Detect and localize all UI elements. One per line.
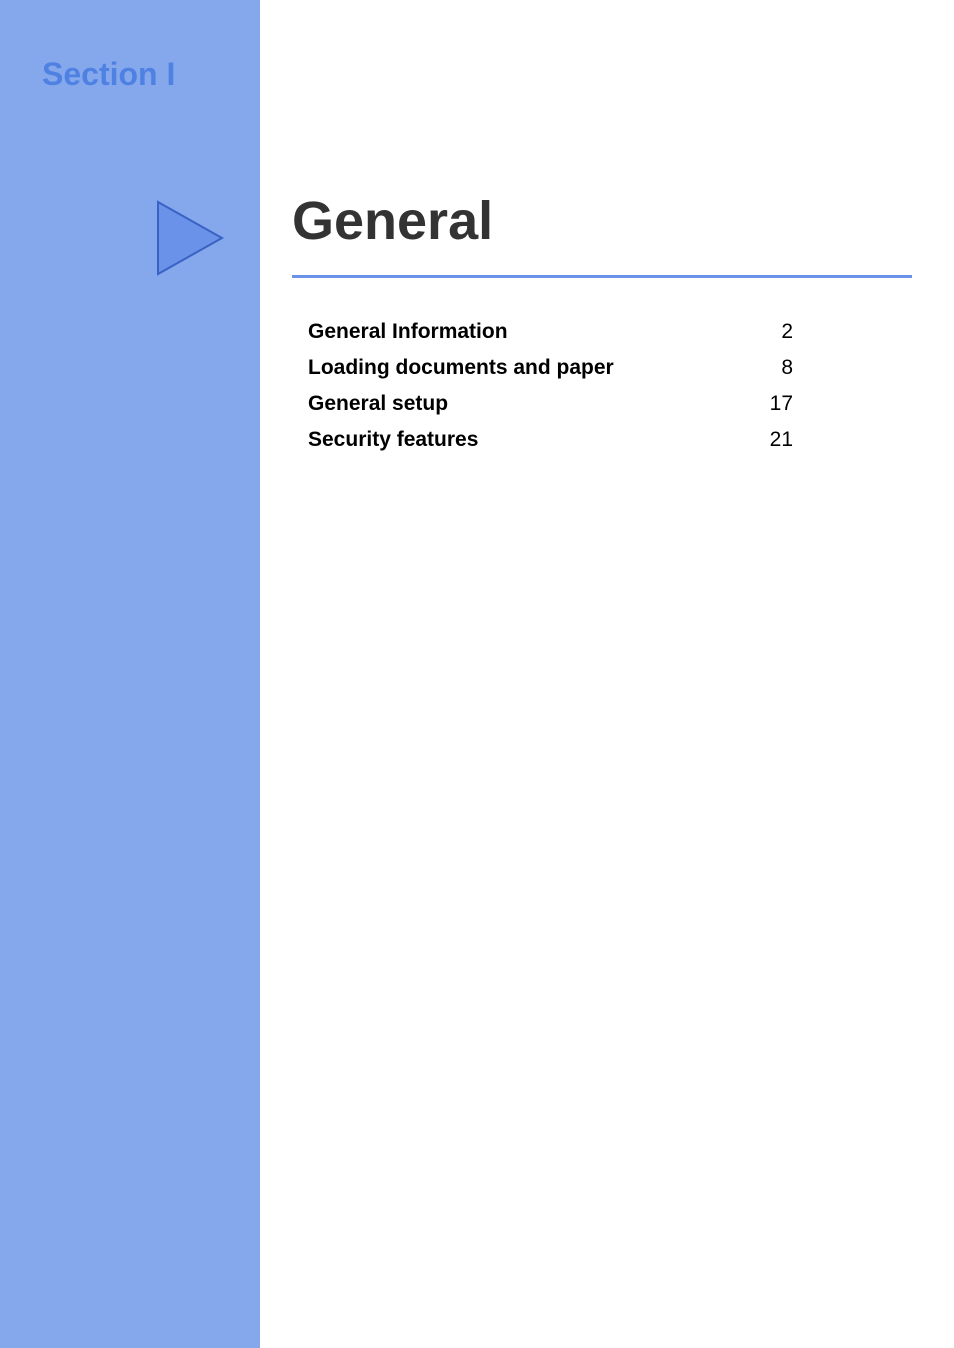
toc-row: General Information 2 bbox=[308, 320, 793, 344]
toc-label[interactable]: Loading documents and paper bbox=[308, 356, 614, 380]
play-triangle-icon bbox=[150, 198, 230, 283]
toc-page: 2 bbox=[763, 320, 793, 344]
toc-label[interactable]: General Information bbox=[308, 320, 508, 344]
toc-row: Security features 21 bbox=[308, 428, 793, 452]
table-of-contents: General Information 2 Loading documents … bbox=[308, 320, 793, 464]
toc-row: General setup 17 bbox=[308, 392, 793, 416]
title-underline bbox=[292, 275, 912, 278]
toc-page: 17 bbox=[763, 392, 793, 416]
toc-page: 8 bbox=[763, 356, 793, 380]
section-label: Section I bbox=[42, 56, 175, 93]
toc-label[interactable]: General setup bbox=[308, 392, 448, 416]
toc-label[interactable]: Security features bbox=[308, 428, 478, 452]
section-title: General bbox=[292, 190, 493, 252]
toc-row: Loading documents and paper 8 bbox=[308, 356, 793, 380]
toc-page: 21 bbox=[763, 428, 793, 452]
